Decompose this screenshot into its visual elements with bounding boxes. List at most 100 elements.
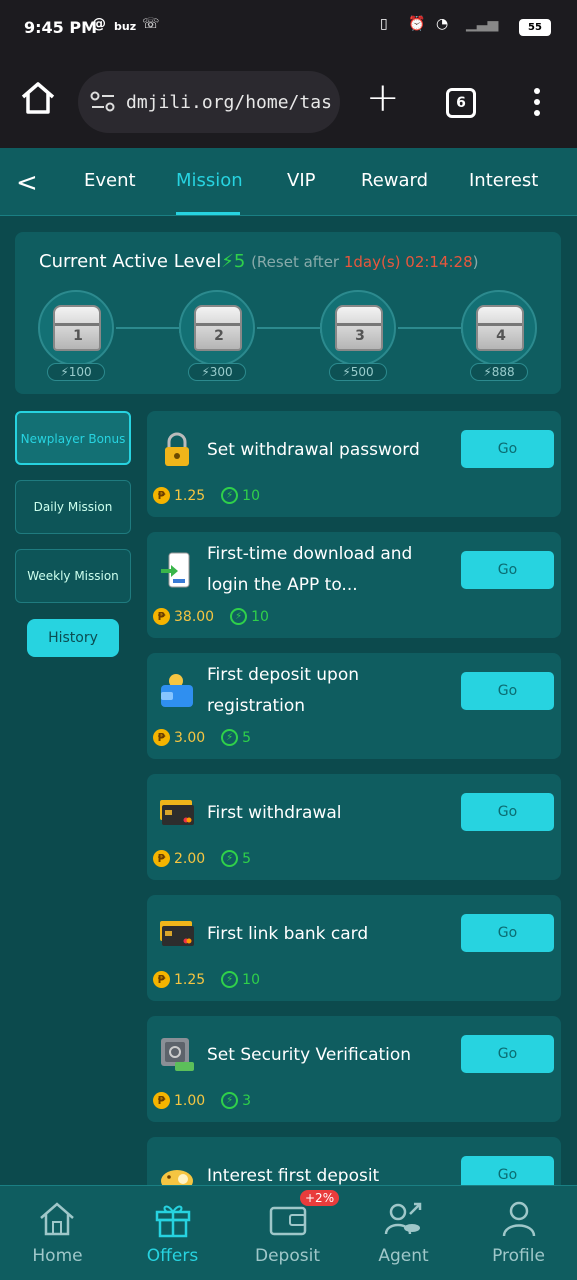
- tab-interest[interactable]: Interest: [469, 170, 538, 191]
- chest-1[interactable]: 1: [38, 290, 114, 366]
- reward-points: 5: [242, 729, 252, 746]
- wallet-icon: [161, 674, 193, 707]
- coin-icon: ₱: [153, 971, 170, 988]
- reset-countdown: 1day(s) 02:14:28: [343, 253, 473, 271]
- browser-home-icon[interactable]: [20, 80, 56, 116]
- mission-name: First link bank card: [207, 924, 369, 944]
- nav-agent[interactable]: Agent: [346, 1246, 461, 1266]
- mission-card: Set withdrawal password Go ₱ 1.25 ⚡ 10: [147, 411, 561, 517]
- phone-download-icon: [161, 552, 190, 588]
- mission-card: First deposit upon registration Go ₱ 3.00…: [147, 653, 561, 759]
- chest-3[interactable]: 3: [320, 290, 396, 366]
- mission-name: Set withdrawal password: [207, 440, 420, 460]
- mission-card: First withdrawal Go ₱ 2.00 ⚡ 5: [147, 774, 561, 880]
- sidebar-item-newplayer-bonus[interactable]: Newplayer Bonus: [15, 411, 131, 465]
- coin-icon: ₱: [153, 850, 170, 867]
- reward-points: 10: [251, 608, 269, 625]
- mission-card: Set Security Verification Go ₱ 1.00 ⚡ 3: [147, 1016, 561, 1122]
- mission-reward: ₱ 1.00 ⚡ 3: [153, 1092, 251, 1109]
- chest-number: 1: [73, 328, 83, 344]
- mission-reward: ₱ 1.25 ⚡ 10: [153, 971, 260, 988]
- reward-amount: 1.25: [174, 971, 206, 988]
- wallet-icon[interactable]: [268, 1200, 308, 1238]
- status-bar: 9:45 PM @ buz ☏ ▯ ⏰ ◔ ▁▃▅ 55: [0, 0, 577, 58]
- reward-amount: 38.00: [174, 608, 215, 625]
- reward-amount: 3.00: [174, 729, 206, 746]
- back-chevron-icon[interactable]: <: [16, 168, 38, 198]
- safe-icon: [161, 1038, 194, 1071]
- chest-points-2: ⚡300: [188, 363, 246, 381]
- active-tab-indicator: [176, 212, 240, 215]
- sidebar-item-daily-mission[interactable]: Daily Mission: [15, 480, 131, 534]
- tab-event[interactable]: Event: [84, 170, 136, 191]
- mission-reward: ₱ 2.00 ⚡ 5: [153, 850, 251, 867]
- new-tab-button[interactable]: +: [366, 78, 400, 118]
- reward-amount: 1.00: [174, 1092, 206, 1109]
- profile-icon[interactable]: [499, 1200, 539, 1238]
- alarm-icon: ⏰: [408, 16, 426, 32]
- mission-name: First deposit upon registration: [207, 665, 360, 716]
- chest-number: 4: [496, 328, 506, 344]
- lightning-icon: ⚡: [221, 1092, 239, 1109]
- tab-vip[interactable]: VIP: [287, 170, 315, 191]
- go-button[interactable]: Go: [461, 430, 554, 468]
- chest-2[interactable]: 2: [179, 290, 255, 366]
- reward-points: 10: [242, 487, 260, 504]
- coin-icon: ₱: [153, 608, 170, 625]
- nav-home[interactable]: Home: [0, 1246, 115, 1266]
- carrier-label: buz: [114, 20, 137, 33]
- category-tabs: < Event Mission VIP Reward Interest: [0, 148, 577, 216]
- sidebar-item-weekly-mission[interactable]: Weekly Mission: [15, 549, 131, 603]
- go-button[interactable]: Go: [461, 672, 554, 710]
- mission-card: First-time download and login the APP to…: [147, 532, 561, 638]
- mission-reward: ₱ 3.00 ⚡ 5: [153, 729, 251, 746]
- bank-card-icon: [160, 921, 194, 946]
- nav-profile[interactable]: Profile: [461, 1246, 576, 1266]
- tab-reward[interactable]: Reward: [361, 170, 428, 191]
- nav-deposit[interactable]: Deposit: [230, 1246, 345, 1266]
- mission-name: First withdrawal: [207, 803, 342, 823]
- coin-icon: ₱: [153, 729, 170, 746]
- site-settings-icon[interactable]: [90, 91, 116, 113]
- lightning-icon: ⚡: [221, 971, 239, 988]
- mission-name: First-time download and login the APP to…: [207, 544, 413, 595]
- bank-card-icon: [160, 800, 194, 825]
- battery-icon: 55: [519, 19, 551, 36]
- gift-icon[interactable]: [153, 1200, 193, 1238]
- reward-points: 3: [242, 1092, 252, 1109]
- reset-suffix: ): [472, 253, 479, 271]
- lightning-icon: ⚡: [221, 729, 239, 746]
- agent-icon[interactable]: [384, 1200, 424, 1238]
- lightning-icon: ⚡: [230, 608, 248, 625]
- history-button[interactable]: History: [27, 619, 119, 657]
- reward-amount: 2.00: [174, 850, 206, 867]
- active-level-card: Current Active Level⚡5 (Reset after 1day…: [15, 232, 561, 394]
- go-button[interactable]: Go: [461, 551, 554, 589]
- progress-arrow: [116, 323, 186, 333]
- tab-mission[interactable]: Mission: [176, 170, 243, 191]
- lightning-icon: ⚡: [221, 850, 239, 867]
- signal-icon: ▁▃▅: [466, 16, 499, 32]
- reset-prefix: (Reset after: [251, 253, 344, 271]
- reward-points: 10: [242, 971, 260, 988]
- go-button[interactable]: Go: [461, 914, 554, 952]
- address-bar[interactable]: dmjili.org/home/task?:: [78, 71, 340, 133]
- go-button[interactable]: Go: [461, 1035, 554, 1073]
- home-icon[interactable]: [37, 1200, 77, 1238]
- chest-4[interactable]: 4: [461, 290, 537, 366]
- mission-reward: ₱ 1.25 ⚡ 10: [153, 487, 260, 504]
- browser-menu-icon[interactable]: [532, 88, 542, 120]
- lock-icon: [165, 432, 189, 466]
- active-level-title: Current Active Level⚡5 (Reset after 1day…: [39, 251, 479, 272]
- viber-icon: ☏: [142, 16, 160, 32]
- bottom-nav: Home Offers +2% Deposit Agent Profile: [0, 1185, 577, 1280]
- lightning-icon: ⚡: [221, 251, 234, 272]
- nav-offers[interactable]: Offers: [115, 1246, 230, 1266]
- chest-points-4: ⚡888: [470, 363, 528, 381]
- tab-switcher-button[interactable]: 6: [446, 88, 476, 118]
- go-button[interactable]: Go: [461, 793, 554, 831]
- coin-icon: ₱: [153, 487, 170, 504]
- at-icon: @: [92, 16, 106, 32]
- wifi-icon: ◔: [436, 16, 449, 32]
- url-text: dmjili.org/home/task?:: [126, 91, 331, 113]
